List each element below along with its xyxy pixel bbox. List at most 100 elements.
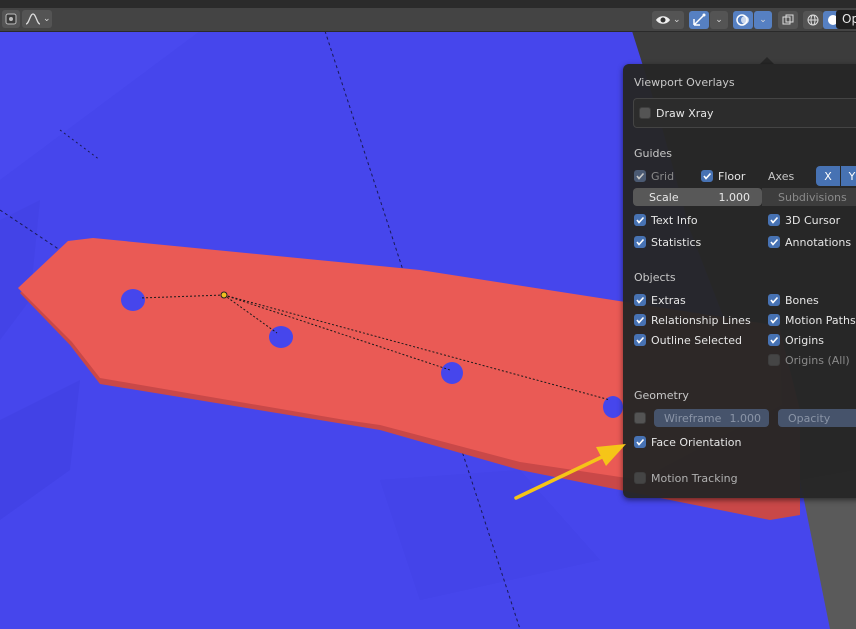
- overlays-toggle-button[interactable]: [733, 11, 753, 29]
- chevron-down-icon: ⌄: [715, 15, 723, 25]
- scale-field[interactable]: Scale 1.000: [633, 188, 762, 206]
- checkbox-box[interactable]: [639, 107, 651, 119]
- viewport-header: ⌄ ⌄ ⌄ ⌄: [0, 8, 856, 32]
- overlays-dropdown-button[interactable]: ⌄: [754, 11, 772, 29]
- motion-paths-checkbox[interactable]: Motion Paths: [768, 312, 856, 328]
- checkbox-box[interactable]: [768, 236, 780, 248]
- checkbox-box[interactable]: [634, 236, 646, 248]
- hole-1: [121, 289, 145, 311]
- text-info-checkbox[interactable]: Text Info: [634, 212, 698, 228]
- check-icon: [636, 438, 645, 446]
- text-info-label: Text Info: [651, 213, 698, 227]
- wireframe-field[interactable]: Wireframe 1.000: [654, 409, 769, 427]
- guides-section-title: Guides: [634, 147, 673, 160]
- checkbox-box[interactable]: [634, 170, 646, 182]
- opacity-field[interactable]: Opacity: [778, 409, 856, 427]
- origins-checkbox[interactable]: Origins: [768, 332, 824, 348]
- checkbox-box[interactable]: [768, 214, 780, 226]
- extras-checkbox[interactable]: Extras: [634, 292, 686, 308]
- checkbox-box[interactable]: [701, 170, 713, 182]
- annotations-label: Annotations: [785, 235, 852, 249]
- gizmo-toggle-button[interactable]: [689, 11, 709, 29]
- origins-all-label: Origins (All): [785, 353, 850, 367]
- hole-3: [441, 362, 463, 384]
- object-origin: [220, 291, 228, 299]
- 3d-cursor-label: 3D Cursor: [785, 213, 841, 227]
- check-icon: [636, 336, 645, 344]
- options-button[interactable]: Op: [836, 10, 856, 29]
- wireframe-checkbox[interactable]: [634, 410, 651, 426]
- checkbox-box[interactable]: [634, 412, 646, 424]
- wireframe-shading-button[interactable]: [803, 11, 823, 29]
- relationship-lines-label: Relationship Lines: [651, 313, 751, 327]
- origins-all-checkbox[interactable]: Origins (All): [768, 352, 850, 368]
- check-icon: [770, 316, 779, 324]
- panel-title: Viewport Overlays: [634, 76, 735, 89]
- geometry-section-title: Geometry: [634, 389, 689, 402]
- wireframe-value: 1.000: [729, 411, 762, 425]
- check-icon: [636, 296, 645, 304]
- axes-label: Axes: [768, 168, 794, 184]
- floor-checkbox[interactable]: Floor: [701, 168, 745, 184]
- motion-tracking-checkbox[interactable]: Motion Tracking: [634, 470, 738, 486]
- axis-y-toggle[interactable]: Y: [841, 166, 856, 186]
- annotations-checkbox[interactable]: Annotations: [768, 234, 851, 250]
- chevron-down-icon: ⌄: [43, 14, 51, 24]
- visibility-dropdown[interactable]: ⌄: [652, 11, 684, 29]
- outline-selected-checkbox[interactable]: Outline Selected: [634, 332, 742, 348]
- checkbox-box[interactable]: [768, 354, 780, 366]
- xray-toggle-button[interactable]: [778, 11, 798, 29]
- axes-label-text: Axes: [768, 169, 795, 183]
- check-icon: [770, 296, 779, 304]
- check-icon: [636, 172, 645, 180]
- overlays-icon: [736, 14, 749, 26]
- gizmo-dropdown-button[interactable]: ⌄: [710, 11, 728, 29]
- chevron-down-icon: ⌄: [673, 15, 681, 25]
- hole-4: [603, 396, 623, 418]
- 3d-cursor-checkbox[interactable]: 3D Cursor: [768, 212, 840, 228]
- falloff-curve-button[interactable]: ⌄: [22, 10, 52, 28]
- outline-selected-label: Outline Selected: [651, 333, 742, 347]
- scale-value: 1.000: [718, 190, 751, 204]
- draw-xray-label: Draw Xray: [656, 106, 714, 120]
- bones-label: Bones: [785, 293, 819, 307]
- statistics-label: Statistics: [651, 235, 702, 249]
- curve-icon: [25, 13, 41, 25]
- checkbox-box[interactable]: [634, 314, 646, 326]
- check-icon: [636, 316, 645, 324]
- checkbox-box[interactable]: [634, 472, 646, 484]
- subdivisions-field[interactable]: Subdivisions: [762, 188, 856, 206]
- check-icon: [636, 238, 645, 246]
- relationship-lines-checkbox[interactable]: Relationship Lines: [634, 312, 751, 328]
- statistics-checkbox[interactable]: Statistics: [634, 234, 701, 250]
- object-interaction-mode-button[interactable]: [2, 10, 20, 28]
- check-icon: [770, 336, 779, 344]
- checkbox-box[interactable]: [634, 294, 646, 306]
- face-orientation-label: Face Orientation: [651, 435, 742, 449]
- checkbox-box[interactable]: [768, 334, 780, 346]
- motion-tracking-label: Motion Tracking: [651, 471, 738, 485]
- grid-label: Grid: [651, 169, 675, 183]
- axis-x-toggle[interactable]: X: [816, 166, 840, 186]
- checkbox-box[interactable]: [634, 214, 646, 226]
- checkbox-box[interactable]: [768, 314, 780, 326]
- xray-icon: [782, 14, 794, 25]
- object-mode-icon: [5, 13, 17, 25]
- hole-2: [269, 326, 293, 348]
- scale-label: Scale: [649, 190, 679, 204]
- subdivisions-label: Subdivisions: [778, 190, 847, 204]
- check-icon: [770, 216, 779, 224]
- bones-checkbox[interactable]: Bones: [768, 292, 819, 308]
- checkbox-box[interactable]: [634, 334, 646, 346]
- check-icon: [703, 172, 712, 180]
- face-orientation-checkbox[interactable]: Face Orientation: [634, 434, 741, 450]
- chevron-down-icon: ⌄: [759, 15, 767, 25]
- floor-label: Floor: [718, 169, 746, 183]
- origins-label: Origins: [785, 333, 824, 347]
- eye-icon: [656, 16, 670, 24]
- draw-xray-checkbox[interactable]: Draw Xray: [639, 105, 714, 121]
- checkbox-box[interactable]: [634, 436, 646, 448]
- objects-section-title: Objects: [634, 271, 676, 284]
- checkbox-box[interactable]: [768, 294, 780, 306]
- grid-checkbox[interactable]: Grid: [634, 168, 674, 184]
